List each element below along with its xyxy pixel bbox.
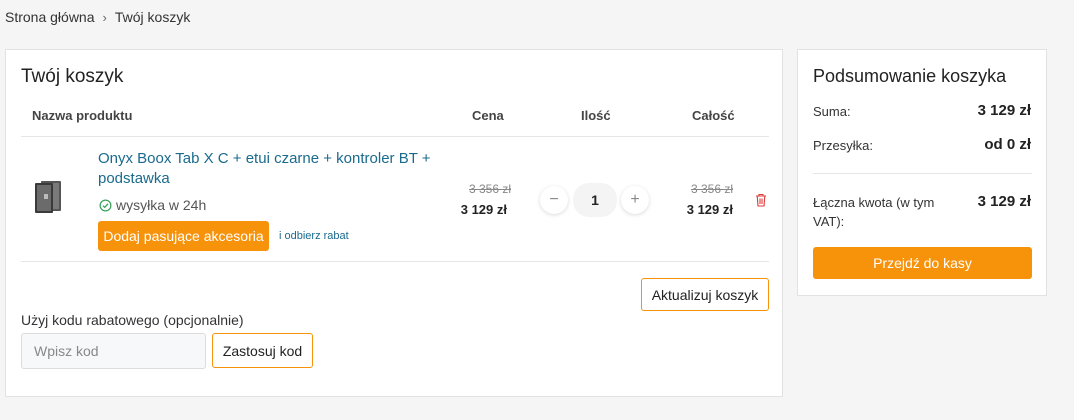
col-header-total: Całość bbox=[692, 108, 735, 123]
old-total: 3 356 zł bbox=[690, 182, 733, 196]
checkout-button[interactable]: Przejdź do kasy bbox=[813, 247, 1032, 279]
summary-divider bbox=[813, 173, 1032, 174]
product-thumbnail[interactable] bbox=[35, 181, 61, 213]
product-name-link[interactable]: Onyx Boox Tab X C + etui czarne + kontro… bbox=[98, 149, 443, 189]
qty-decrease-button[interactable]: − bbox=[540, 186, 568, 214]
breadcrumb-separator: › bbox=[102, 9, 107, 25]
cart-panel: Twój koszyk Nazwa produktu Cena Ilość Ca… bbox=[5, 49, 783, 397]
minus-icon: − bbox=[549, 191, 559, 208]
total-label: Łączna kwota (w tym VAT): bbox=[813, 195, 935, 229]
line-total: 3 129 zł bbox=[686, 202, 733, 217]
summary-panel: Podsumowanie koszyka Suma: 3 129 zł Prze… bbox=[797, 49, 1047, 296]
qty-increase-button[interactable]: + bbox=[621, 186, 649, 214]
promo-code-input[interactable]: Wpisz kod bbox=[21, 333, 206, 369]
col-header-qty: Ilość bbox=[581, 108, 611, 123]
check-circle-icon bbox=[99, 199, 112, 211]
shipping-value: od 0 zł bbox=[984, 136, 1031, 153]
shipping-text: wysyłka w 24h bbox=[116, 197, 207, 213]
breadcrumb-home-link[interactable]: Strona główna bbox=[5, 9, 95, 25]
plus-icon: + bbox=[630, 191, 640, 208]
unit-price: 3 129 zł bbox=[460, 202, 507, 217]
total-value: 3 129 zł bbox=[977, 193, 1031, 210]
promo-label: Użyj kodu rabatowego (opcjonalnie) bbox=[21, 312, 244, 328]
subtotal-label: Suma: bbox=[813, 104, 851, 119]
shipping-label: Przesyłka: bbox=[813, 138, 873, 153]
trash-icon[interactable] bbox=[755, 193, 767, 207]
subtotal-value: 3 129 zł bbox=[977, 102, 1031, 119]
breadcrumb-current: Twój koszyk bbox=[114, 9, 191, 25]
old-price: 3 356 zł bbox=[468, 182, 511, 196]
update-cart-button[interactable]: Aktualizuj koszyk bbox=[641, 278, 769, 311]
header-divider bbox=[21, 136, 769, 137]
add-accessories-button[interactable]: Dodaj pasujące akcesoria bbox=[98, 221, 269, 251]
discount-link[interactable]: i odbierz rabat bbox=[279, 230, 349, 242]
quantity-input[interactable]: 1 bbox=[573, 183, 617, 217]
col-header-product: Nazwa produktu bbox=[32, 108, 133, 123]
apply-code-button[interactable]: Zastosuj kod bbox=[212, 333, 313, 368]
summary-title: Podsumowanie koszyka bbox=[813, 66, 1007, 86]
item-divider bbox=[21, 261, 769, 262]
shipping-info: wysyłka w 24h bbox=[99, 197, 206, 213]
breadcrumb: Strona główna › Twój koszyk bbox=[5, 9, 190, 25]
col-header-price: Cena bbox=[472, 108, 504, 123]
cart-title: Twój koszyk bbox=[21, 66, 124, 87]
